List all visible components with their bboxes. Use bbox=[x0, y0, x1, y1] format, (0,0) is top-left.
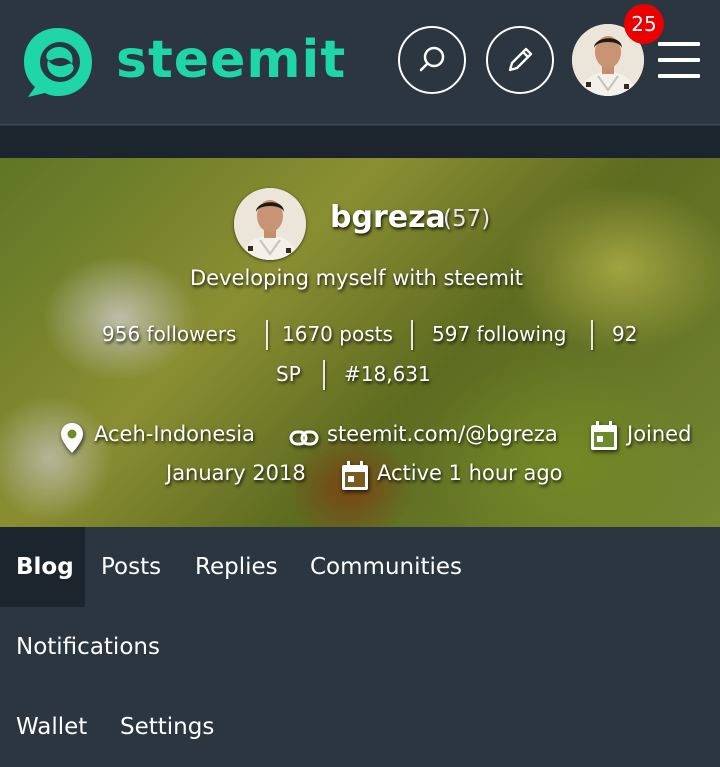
profile-location: Aceh-Indonesia bbox=[94, 422, 255, 446]
header-divider-strip bbox=[0, 126, 720, 158]
stat-divider bbox=[591, 320, 593, 350]
profile-website-link[interactable]: steemit.com/@bgreza bbox=[327, 422, 558, 446]
profile-username: bgreza bbox=[330, 200, 446, 235]
profile-tabs: Blog Posts Replies Communities Notificat… bbox=[0, 527, 720, 767]
tab-communities[interactable]: Communities bbox=[310, 527, 462, 607]
tab-wallet[interactable]: Wallet bbox=[16, 687, 87, 767]
search-button[interactable] bbox=[398, 26, 466, 94]
top-navigation-bar: steemit 25 bbox=[0, 0, 720, 125]
stat-divider bbox=[266, 320, 268, 350]
profile-cover-banner: bgreza (57) Developing myself with steem… bbox=[0, 158, 720, 527]
pencil-icon bbox=[508, 47, 533, 72]
tab-blog[interactable]: Blog bbox=[0, 527, 85, 607]
following-count[interactable]: 597 following bbox=[432, 322, 566, 346]
profile-avatar bbox=[234, 188, 306, 260]
profile-rank: #18,631 bbox=[344, 362, 431, 386]
steemit-logo-icon[interactable] bbox=[20, 24, 96, 100]
joined-label: Joined bbox=[627, 422, 692, 446]
tab-replies[interactable]: Replies bbox=[195, 527, 278, 607]
calendar-icon bbox=[591, 421, 617, 450]
calendar-icon bbox=[342, 461, 368, 490]
last-active: Active 1 hour ago bbox=[377, 461, 563, 485]
stat-divider bbox=[323, 360, 325, 390]
brand-name[interactable]: steemit bbox=[116, 27, 346, 93]
joined-date: January 2018 bbox=[166, 461, 306, 485]
hamburger-menu-icon[interactable] bbox=[658, 42, 700, 78]
notification-count-badge[interactable]: 25 bbox=[624, 4, 664, 44]
followers-count[interactable]: 956 followers bbox=[102, 322, 236, 346]
tab-posts[interactable]: Posts bbox=[101, 527, 161, 607]
steem-power-unit: SP bbox=[276, 362, 301, 386]
stat-divider bbox=[411, 320, 413, 350]
posts-count[interactable]: 1670 posts bbox=[282, 322, 393, 346]
profile-about: Developing myself with steemit bbox=[190, 266, 524, 290]
link-icon bbox=[289, 430, 319, 446]
write-post-button[interactable] bbox=[486, 26, 554, 94]
search-icon bbox=[419, 46, 445, 72]
tab-settings[interactable]: Settings bbox=[120, 687, 214, 767]
location-pin-icon bbox=[61, 423, 83, 453]
tab-notifications[interactable]: Notifications bbox=[16, 607, 160, 687]
profile-reputation: (57) bbox=[443, 206, 491, 232]
steem-power-value: 92 bbox=[612, 322, 638, 346]
